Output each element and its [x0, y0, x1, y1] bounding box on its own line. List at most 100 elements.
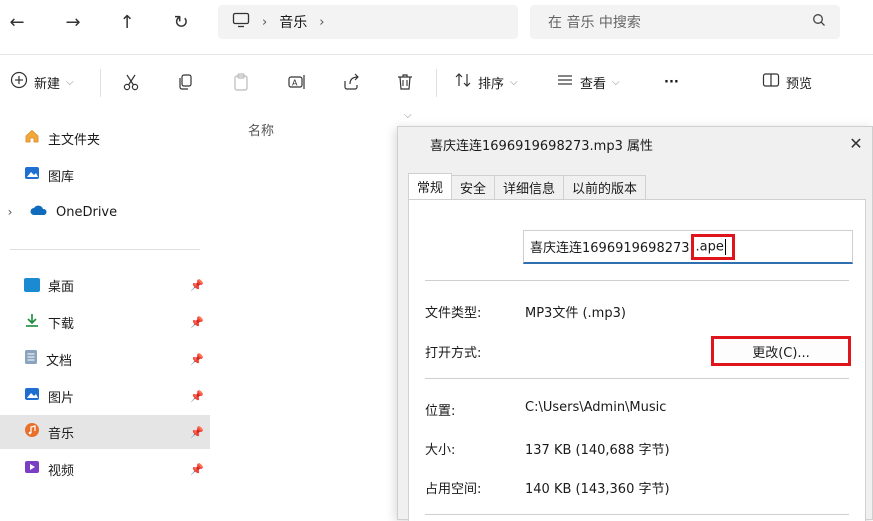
onedrive-icon	[30, 204, 48, 220]
filename-base: 喜庆连连1696919698273	[530, 241, 690, 256]
sidebar-divider	[10, 249, 200, 250]
view-button[interactable]: 查看 ⌵	[556, 69, 620, 95]
plus-circle-icon	[10, 71, 28, 93]
sidebar-item-pictures[interactable]: 图片 📌	[0, 379, 210, 413]
sidebar-item-desktop[interactable]: 桌面 📌	[0, 268, 210, 302]
forward-button[interactable]: →	[58, 8, 88, 36]
pin-icon[interactable]: 📌	[190, 353, 204, 366]
sidebar-item-label: 音乐	[48, 426, 75, 442]
pin-icon[interactable]: 📌	[190, 390, 204, 403]
change-button[interactable]: 更改(C)...	[711, 336, 851, 366]
trash-icon	[392, 69, 418, 95]
sidebar-item-label: 图库	[48, 169, 75, 185]
copy-button[interactable]	[172, 69, 198, 95]
dialog-tabs: 常规 安全 详细信息 以前的版本	[408, 173, 647, 199]
pictures-icon	[24, 386, 40, 406]
expand-chevron-icon[interactable]: ›	[0, 205, 20, 219]
search-input[interactable]: 在 音乐 中搜索	[530, 5, 840, 39]
sidebar-item-gallery[interactable]: 图库	[0, 158, 210, 192]
pin-icon[interactable]: 📌	[190, 279, 204, 292]
search-icon	[812, 13, 826, 31]
desktop-icon	[24, 278, 40, 292]
general-panel: 喜庆连连1696919698273 .ape 文件类型: MP3文件 (.mp3…	[408, 199, 866, 521]
column-header-name[interactable]: 名称	[248, 120, 274, 139]
text-cursor	[724, 238, 726, 255]
document-icon	[24, 349, 38, 369]
sidebar-item-downloads[interactable]: 下载 📌	[0, 305, 210, 339]
new-label: 新建	[34, 76, 61, 92]
close-button[interactable]: ✕	[844, 131, 868, 155]
computer-icon	[232, 12, 250, 32]
back-arrow-icon: ←	[9, 11, 25, 33]
new-button[interactable]: 新建 ⌵	[10, 69, 74, 95]
command-bar: 新建 ⌵ A 排序 ⌵ 查看 ⌵ ··· 预览	[0, 54, 873, 108]
share-button[interactable]	[338, 69, 364, 95]
sidebar-item-home[interactable]: 主文件夹	[0, 121, 210, 155]
tab-details[interactable]: 详细信息	[494, 175, 565, 199]
chevron-down-icon: ⌵	[66, 76, 74, 88]
preview-pane-icon	[762, 72, 780, 92]
sort-indicator-icon: ⌵	[404, 110, 412, 121]
gallery-icon	[24, 165, 40, 185]
view-lines-icon	[556, 71, 574, 93]
disk-size-label: 占用空间:	[425, 482, 482, 497]
sidebar-item-videos[interactable]: 视频 📌	[0, 452, 210, 486]
rename-button[interactable]: A	[284, 69, 310, 95]
sidebar-item-label: 下载	[48, 316, 75, 332]
extension-highlight: .ape	[690, 233, 735, 260]
sidebar-item-label: 图片	[48, 390, 75, 406]
disk-size-value: 140 KB (143,360 字节)	[525, 482, 670, 497]
svg-text:A: A	[292, 79, 298, 88]
pin-icon[interactable]: 📌	[190, 463, 204, 476]
navigation-pane: 主文件夹 图库 › OneDrive 桌面 📌 下载 📌 文档 📌 图片 📌 音…	[0, 112, 212, 520]
sidebar-item-label: OneDrive	[56, 204, 118, 220]
chevron-down-icon: ⌵	[510, 76, 518, 88]
divider	[425, 280, 849, 281]
dialog-title: 喜庆连连1696919698273.mp3 属性	[430, 139, 653, 154]
close-icon: ✕	[849, 133, 863, 153]
sidebar-item-label: 文档	[46, 353, 73, 369]
up-arrow-icon: ↑	[119, 11, 135, 33]
breadcrumb-chevron-icon[interactable]: ›	[319, 15, 324, 30]
filename-field[interactable]: 喜庆连连1696919698273 .ape	[523, 230, 853, 264]
share-icon	[338, 69, 364, 95]
cut-button[interactable]	[118, 69, 144, 95]
breadcrumb-chevron-icon: ›	[262, 14, 268, 30]
view-label: 查看	[580, 76, 607, 92]
size-label: 大小:	[425, 443, 456, 458]
refresh-icon: ↻	[173, 11, 189, 33]
pin-icon[interactable]: 📌	[190, 316, 204, 329]
sidebar-item-onedrive[interactable]: › OneDrive	[0, 195, 210, 229]
tab-general[interactable]: 常规	[408, 173, 453, 199]
sidebar-item-music[interactable]: 音乐 📌	[0, 415, 210, 449]
divider	[425, 378, 849, 379]
properties-dialog: 喜庆连连1696919698273.mp3 属性 ✕ 常规 安全 详细信息 以前…	[397, 126, 873, 521]
delete-button[interactable]	[392, 69, 418, 95]
sort-button[interactable]: 排序 ⌵	[454, 69, 518, 95]
forward-arrow-icon: →	[65, 11, 81, 33]
sidebar-item-documents[interactable]: 文档 📌	[0, 342, 210, 376]
breadcrumb-music[interactable]: 音乐	[279, 12, 307, 32]
preview-label: 预览	[786, 76, 813, 92]
address-bar[interactable]: › 音乐 ›	[218, 5, 518, 39]
paste-button[interactable]	[228, 69, 254, 95]
address-row: ← → ↑ ↻ › 音乐 › 在 音乐 中搜索	[0, 0, 873, 46]
chevron-down-icon: ⌵	[612, 76, 620, 88]
tab-previous-versions[interactable]: 以前的版本	[563, 175, 647, 199]
back-button[interactable]: ←	[2, 8, 32, 36]
file-type-value: MP3文件 (.mp3)	[525, 306, 626, 321]
toolbar-divider	[436, 69, 437, 97]
clipboard-icon	[228, 69, 254, 95]
toolbar-divider	[100, 69, 101, 97]
pin-icon[interactable]: 📌	[190, 426, 204, 439]
file-type-label: 文件类型:	[425, 306, 482, 321]
copy-icon	[172, 69, 198, 95]
size-value: 137 KB (140,688 字节)	[525, 443, 670, 458]
preview-pane-button[interactable]: 预览	[762, 69, 812, 95]
up-button[interactable]: ↑	[112, 8, 142, 36]
refresh-button[interactable]: ↻	[166, 8, 196, 36]
sidebar-item-label: 主文件夹	[48, 132, 101, 148]
location-value: C:\Users\Admin\Music	[525, 400, 667, 415]
more-options-button[interactable]: ···	[664, 69, 679, 95]
tab-security[interactable]: 安全	[451, 175, 496, 199]
